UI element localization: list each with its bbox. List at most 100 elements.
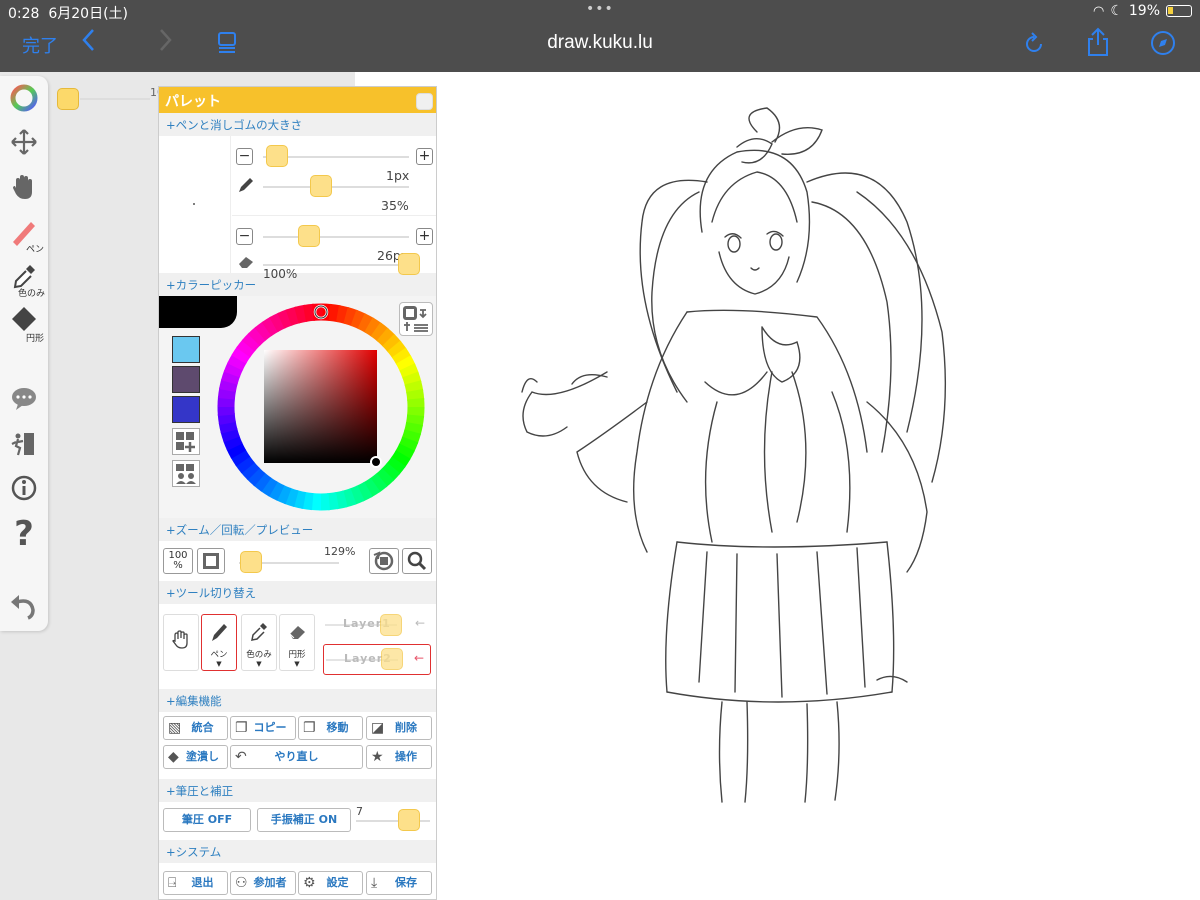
shape-tool-label: 円形 (26, 334, 45, 344)
tool-card-eyedropper[interactable]: 色のみ ▼ (241, 614, 277, 671)
redo-icon: ↶ (235, 749, 247, 765)
pen-size-value: 1px (386, 168, 410, 183)
pen-opacity-track (263, 186, 409, 188)
pen-size-minus-button[interactable]: − (236, 148, 253, 165)
move-icon[interactable] (0, 128, 48, 163)
date: 6月20日(土) (48, 6, 129, 22)
done-button[interactable]: 完了 (22, 32, 58, 58)
tool-card-hand[interactable] (163, 614, 199, 671)
layer-1-opacity-knob[interactable] (380, 614, 402, 636)
compass-icon[interactable] (1150, 30, 1176, 63)
layer-row-1[interactable]: Layer1 ← (323, 610, 431, 641)
color-wheel-icon[interactable] (0, 84, 48, 119)
share-swatch-icon[interactable] (172, 460, 200, 487)
exit-button[interactable]: ⍈ 退出 (163, 871, 228, 895)
reader-icon[interactable] (216, 30, 238, 60)
settings-label: 設定 (326, 876, 349, 889)
wifi-icon: ◠ (1092, 3, 1105, 19)
sketch-drawing (521, 107, 947, 803)
tool-card-eraser[interactable]: 円形 ▼ (279, 614, 315, 671)
pen-opacity-icon (237, 176, 255, 198)
reload-icon[interactable] (1023, 31, 1045, 62)
arrow-left-icon: ← (414, 616, 425, 630)
undo-icon[interactable] (0, 592, 48, 627)
layer-row-2[interactable]: Layer2 ← (323, 644, 431, 675)
pressure-body: 筆圧 OFF 手振補正 ON 7 (159, 802, 436, 840)
forward-icon[interactable] (158, 27, 174, 60)
fill-button[interactable]: ◆ 塗潰し (163, 745, 228, 769)
eraser-opacity-icon (237, 254, 255, 273)
copy-label: コピー (253, 721, 287, 734)
section-color-picker[interactable]: +カラーピッカー (159, 273, 436, 296)
eyedropper-icon (242, 621, 276, 648)
operation-button[interactable]: ★ 操作 (366, 745, 432, 769)
eraser-icon (280, 621, 314, 648)
operation-label: 操作 (395, 750, 417, 763)
save-button[interactable]: ⤓ 保存 (366, 871, 432, 895)
chat-icon[interactable] (0, 386, 48, 419)
zoom-knob[interactable] (240, 551, 262, 573)
back-icon[interactable] (80, 27, 96, 60)
swatch-2[interactable] (172, 366, 200, 393)
tool-card-pen-label: ペン (210, 650, 228, 660)
tool-card-pen[interactable]: ペン ▼ (201, 614, 237, 671)
exit-icon[interactable] (0, 430, 48, 465)
url-field[interactable]: draw.kuku.lu (0, 32, 1200, 54)
copy-button[interactable]: ❐ コピー (230, 716, 296, 740)
drawing-canvas[interactable] (437, 72, 1200, 900)
section-system[interactable]: +システム (159, 840, 436, 863)
zoom-100-button[interactable]: 100 % (163, 548, 193, 574)
section-zoom[interactable]: +ズーム／回転／プレビュー (159, 518, 436, 541)
pen-size-plus-button[interactable]: + (416, 148, 433, 165)
rotate-reset-icon[interactable] (369, 548, 399, 574)
eraser-size-minus-button[interactable]: − (236, 228, 253, 245)
download-icon: ⤓ (371, 875, 378, 891)
help-icon[interactable]: ? (0, 514, 48, 554)
eraser-opacity-track (263, 264, 409, 266)
status-indicators: ◠ ☾ 19% (1093, 3, 1192, 19)
delete-icon: ◪ (371, 720, 385, 736)
users-icon: ⚇ (235, 875, 248, 891)
pressure-toggle-button[interactable]: 筆圧 OFF (163, 808, 251, 832)
top-slider-track (80, 98, 150, 100)
multitask-dots[interactable]: ••• (586, 1, 614, 17)
hue-ring[interactable] (215, 301, 427, 513)
merge-button[interactable]: ▧ 統合 (163, 716, 228, 740)
swatch-3[interactable] (172, 396, 200, 423)
participants-button[interactable]: ⚇ 参加者 (230, 871, 296, 895)
section-pen-size[interactable]: +ペンと消しゴムの大きさ (159, 113, 436, 136)
info-icon[interactable] (0, 474, 48, 509)
color-picker-body (159, 296, 436, 518)
share-icon[interactable] (1086, 27, 1110, 64)
layer-2-opacity-knob[interactable] (381, 648, 403, 670)
preview-search-icon[interactable] (402, 548, 432, 574)
gear-icon: ⚙ (303, 875, 316, 891)
add-swatch-icon[interactable] (172, 428, 200, 455)
tool-card-eyedropper-label: 色のみ (246, 650, 272, 660)
eraser-size-plus-button[interactable]: + (416, 228, 433, 245)
pen-opacity-knob[interactable] (310, 175, 333, 197)
redo-button[interactable]: ↶ やり直し (230, 745, 363, 769)
swatch-1[interactable] (172, 336, 200, 363)
battery-percent: 19% (1128, 3, 1160, 19)
top-slider-knob[interactable] (57, 88, 79, 110)
section-edit[interactable]: +編集機能 (159, 689, 436, 712)
brush-preview (159, 136, 231, 273)
hand-icon[interactable] (0, 172, 48, 209)
eraser-size-knob[interactable] (298, 225, 321, 247)
palette-header[interactable]: パレット (159, 87, 436, 113)
picker-mode-icon[interactable] (399, 302, 433, 336)
chevron-down-icon: ▼ (294, 660, 300, 668)
eraser-opacity-knob[interactable] (398, 253, 420, 275)
section-tools[interactable]: +ツール切り替え (159, 581, 436, 604)
stabilizer-toggle-button[interactable]: 手振補正 ON (257, 808, 351, 832)
palette-collapse-button[interactable] (416, 93, 433, 110)
delete-button[interactable]: ◪ 削除 (366, 716, 432, 740)
fit-screen-icon[interactable] (197, 548, 225, 574)
stabilizer-knob[interactable] (398, 809, 420, 831)
section-pressure[interactable]: +筆圧と補正 (159, 779, 436, 802)
move-button[interactable]: ❐ 移動 (298, 716, 363, 740)
zoom-100-percent: % (173, 560, 183, 571)
pen-size-knob[interactable] (265, 145, 288, 167)
settings-button[interactable]: ⚙ 設定 (298, 871, 363, 895)
